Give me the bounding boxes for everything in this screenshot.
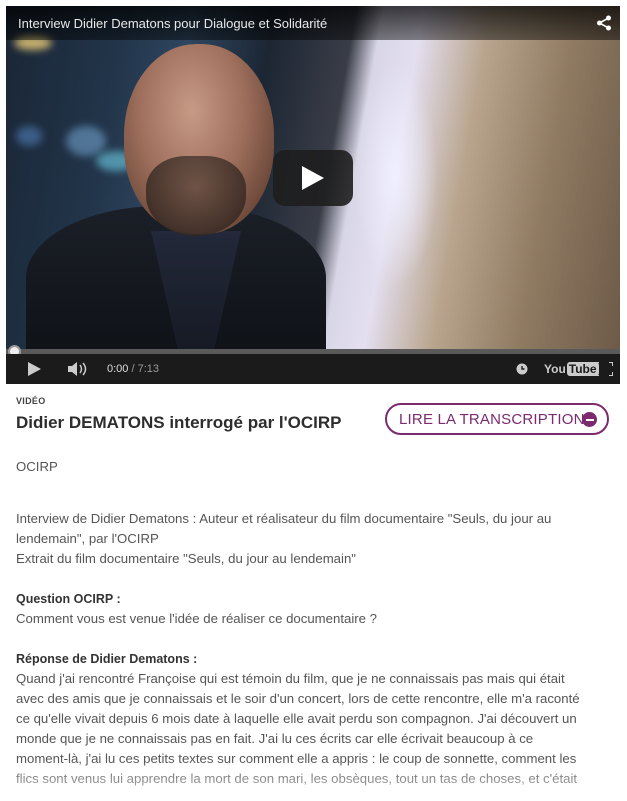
player-controls: 0:00 / 7:13 You Tube xyxy=(6,354,620,384)
person-beard xyxy=(146,156,246,236)
collapse-icon xyxy=(582,412,597,427)
youtube-logo[interactable]: You Tube xyxy=(544,362,599,376)
answer-line: Quand j'ai rencontré Françoise qui est t… xyxy=(16,671,565,686)
youtube-tube: Tube xyxy=(566,362,599,376)
read-transcript-button[interactable]: LIRE LA TRANSCRIPTION xyxy=(385,403,609,435)
question-text: Comment vous est venue l'idée de réalise… xyxy=(16,611,377,626)
intro-line: Extrait du film documentaire "Seuls, du … xyxy=(16,551,356,566)
volume-icon[interactable] xyxy=(68,362,90,376)
video-player[interactable]: Interview Didier Dematons pour Dialogue … xyxy=(6,6,620,384)
play-button[interactable] xyxy=(273,150,353,206)
play-control-icon[interactable] xyxy=(28,362,41,376)
answer-line: flics sont venus lui apprendre la mort d… xyxy=(16,771,578,786)
intro-line: lendemain", par l'OCIRP xyxy=(16,531,159,546)
answer-line: moment-là, j'ai lu ces petits textes sur… xyxy=(16,751,577,766)
current-time: 0:00 xyxy=(107,363,129,375)
answer-line: monde que je ne connaissais pas en fait.… xyxy=(16,731,534,746)
source-label: OCIRP xyxy=(16,459,58,474)
time-display: 0:00 / 7:13 xyxy=(107,363,159,375)
answer-line: ce qu'elle vivait depuis 6 mois date à l… xyxy=(16,711,577,726)
youtube-you: You xyxy=(544,362,566,376)
answer-label: Réponse de Didier Dematons : xyxy=(16,652,198,666)
play-icon xyxy=(302,166,324,190)
section-kicker: VIDÉO xyxy=(16,396,46,406)
article-body: OCIRP Interview de Didier Dematons : Aut… xyxy=(16,457,616,789)
answer-line: avec des amis que je connaissais et le s… xyxy=(16,691,580,706)
share-icon[interactable] xyxy=(596,15,612,31)
question-label: Question OCIRP : xyxy=(16,592,121,606)
intro-line: Interview de Didier Dematons : Auteur et… xyxy=(16,511,552,526)
video-title[interactable]: Interview Didier Dematons pour Dialogue … xyxy=(18,16,327,31)
watch-later-icon[interactable] xyxy=(516,363,528,375)
video-title-bar: Interview Didier Dematons pour Dialogue … xyxy=(6,6,620,40)
fullscreen-icon[interactable] xyxy=(595,362,613,376)
duration: / 7:13 xyxy=(131,363,160,375)
article-title: Didier DEMATONS interrogé par l'OCIRP xyxy=(16,413,342,432)
transcript-button-label: LIRE LA TRANSCRIPTION xyxy=(399,410,585,428)
